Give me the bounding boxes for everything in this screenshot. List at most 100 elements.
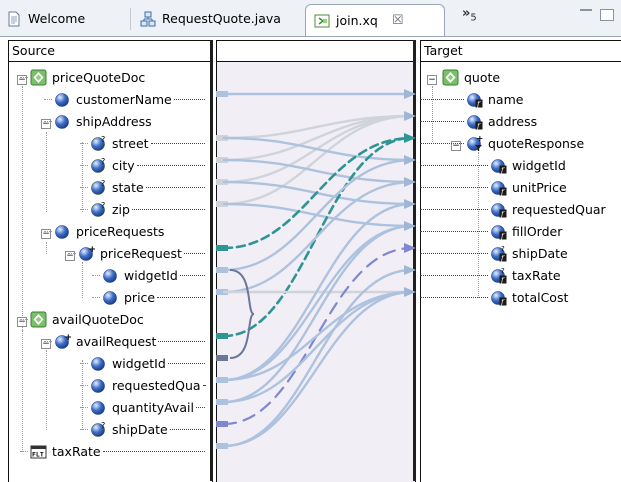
target-tree-node[interactable]: + quoteResponse bbox=[466, 133, 621, 153]
source-tree-node[interactable]: ? city bbox=[90, 155, 207, 175]
tab-join-xq[interactable]: join.xq ☒ bbox=[305, 4, 445, 36]
function-parameter-icon: FLT bbox=[30, 445, 47, 458]
node-label: price bbox=[124, 289, 156, 305]
connector-dots bbox=[420, 253, 488, 254]
connector-dots bbox=[145, 187, 205, 188]
source-tree-node[interactable]: customerName bbox=[54, 89, 207, 109]
connector-dots bbox=[420, 275, 488, 276]
close-tab-icon[interactable]: ☒ bbox=[392, 13, 404, 28]
document-icon bbox=[8, 11, 20, 26]
svg-text:?: ? bbox=[101, 179, 105, 188]
source-tree-node[interactable]: availQuoteDoc bbox=[30, 309, 207, 329]
target-tree-node[interactable]: f requestedQuar bbox=[490, 199, 621, 219]
repeating-filter-element-icon: + bbox=[467, 135, 483, 151]
connector-dots bbox=[420, 165, 488, 166]
document-element-icon bbox=[442, 69, 459, 85]
connector-dots bbox=[173, 99, 205, 100]
repeating-element-icon: + bbox=[55, 333, 72, 349]
node-label: priceRequests bbox=[76, 223, 165, 239]
source-tree-node[interactable]: shipAddress bbox=[54, 111, 207, 131]
java-class-icon bbox=[140, 11, 156, 26]
source-tree-node[interactable]: widgetId bbox=[102, 265, 207, 285]
source-tree-node[interactable]: ? street bbox=[90, 133, 207, 153]
maximize-icon[interactable] bbox=[600, 9, 614, 21]
tree-guide bbox=[46, 350, 47, 430]
connector-dots bbox=[420, 187, 488, 188]
optional-element-icon: ? bbox=[91, 201, 105, 217]
svg-text:+: + bbox=[89, 245, 96, 255]
connector-dots bbox=[102, 451, 205, 452]
node-label: customerName bbox=[76, 91, 172, 107]
link-arrowhead bbox=[404, 177, 416, 187]
tab-requestquote-java[interactable]: RequestQuote.java bbox=[140, 3, 281, 34]
svg-text:+: + bbox=[65, 333, 72, 343]
tree-guide bbox=[432, 86, 433, 142]
tree-guide bbox=[80, 165, 88, 166]
source-tree-node[interactable]: requestedQua bbox=[90, 375, 207, 395]
connector-dots bbox=[420, 121, 464, 122]
tree-guide bbox=[478, 152, 479, 298]
link-arrowhead bbox=[404, 89, 416, 99]
tree-guide bbox=[80, 407, 88, 408]
connector-dots bbox=[179, 275, 205, 276]
tree-guide bbox=[80, 385, 88, 386]
connector-dots bbox=[169, 429, 205, 430]
tree-guide bbox=[20, 451, 28, 452]
node-label: address bbox=[488, 113, 538, 129]
element-icon bbox=[91, 378, 105, 393]
source-tree-node[interactable]: FLT taxRate bbox=[30, 441, 207, 461]
target-tree-node[interactable]: f address bbox=[466, 111, 621, 131]
collapse-toggle[interactable]: − bbox=[427, 75, 437, 85]
source-tree-node[interactable]: ? shipDate bbox=[90, 419, 207, 439]
tab-overflow-button[interactable]: »5 bbox=[462, 6, 477, 24]
link-arrowhead bbox=[404, 221, 416, 231]
source-tree-node[interactable]: + priceRequest bbox=[78, 243, 207, 263]
svg-text:?: ? bbox=[101, 157, 105, 166]
node-label: requestedQua bbox=[112, 377, 201, 393]
target-tree-node[interactable]: f fillOrder bbox=[490, 221, 621, 241]
node-label: shipDate bbox=[512, 245, 568, 261]
tree-guide bbox=[22, 86, 23, 354]
node-label: shipDate bbox=[112, 421, 168, 437]
connector-dots bbox=[420, 99, 464, 100]
source-tree-node[interactable]: + availRequest bbox=[54, 331, 207, 351]
node-label: availRequest bbox=[76, 333, 157, 349]
source-tree-node[interactable]: ? zip bbox=[90, 199, 207, 219]
target-tree-node[interactable]: f totalCost bbox=[490, 287, 621, 307]
node-label: taxRate bbox=[52, 443, 101, 459]
source-tree-node[interactable]: quantityAvail bbox=[90, 397, 207, 417]
tree-guide bbox=[80, 363, 88, 364]
target-tree-node[interactable]: ? f shipDate bbox=[490, 243, 621, 263]
source-tree-node[interactable]: priceQuoteDoc bbox=[30, 67, 207, 87]
node-label: priceQuoteDoc bbox=[52, 69, 146, 85]
tree-guide bbox=[44, 231, 52, 232]
source-tree-node[interactable]: price bbox=[102, 287, 207, 307]
link-arrowhead bbox=[404, 243, 416, 253]
target-tree-node[interactable]: f name bbox=[466, 89, 621, 109]
node-label: city bbox=[112, 157, 135, 173]
target-tree-node[interactable]: f widgetId bbox=[490, 155, 621, 175]
tree-guide bbox=[20, 77, 28, 78]
source-tree-node[interactable]: widgetId bbox=[90, 353, 207, 373]
connector-dots bbox=[420, 209, 488, 210]
optional-element-icon: ? bbox=[91, 135, 105, 151]
source-tree-node[interactable]: ? state bbox=[90, 177, 207, 197]
connector-dots bbox=[158, 341, 205, 342]
node-label: taxRate bbox=[512, 267, 561, 283]
tab-welcome[interactable]: Welcome bbox=[6, 3, 85, 34]
svg-text:?: ? bbox=[501, 245, 505, 253]
element-icon bbox=[55, 224, 69, 239]
tree-guide bbox=[44, 341, 52, 342]
target-tree-node[interactable]: ? f taxRate bbox=[490, 265, 621, 285]
element-icon bbox=[91, 356, 105, 371]
target-tree-node[interactable]: f unitPrice bbox=[490, 177, 621, 197]
tree-guide bbox=[22, 330, 23, 452]
element-icon bbox=[91, 400, 105, 415]
tree-guide bbox=[82, 142, 83, 212]
element-icon bbox=[55, 114, 69, 129]
link-arrowhead bbox=[404, 199, 416, 209]
minimize-icon[interactable] bbox=[580, 9, 592, 15]
function-element-icon: f bbox=[491, 158, 507, 174]
source-tree-node[interactable]: priceRequests bbox=[54, 221, 207, 241]
target-tree-node[interactable]: quote bbox=[442, 67, 621, 87]
